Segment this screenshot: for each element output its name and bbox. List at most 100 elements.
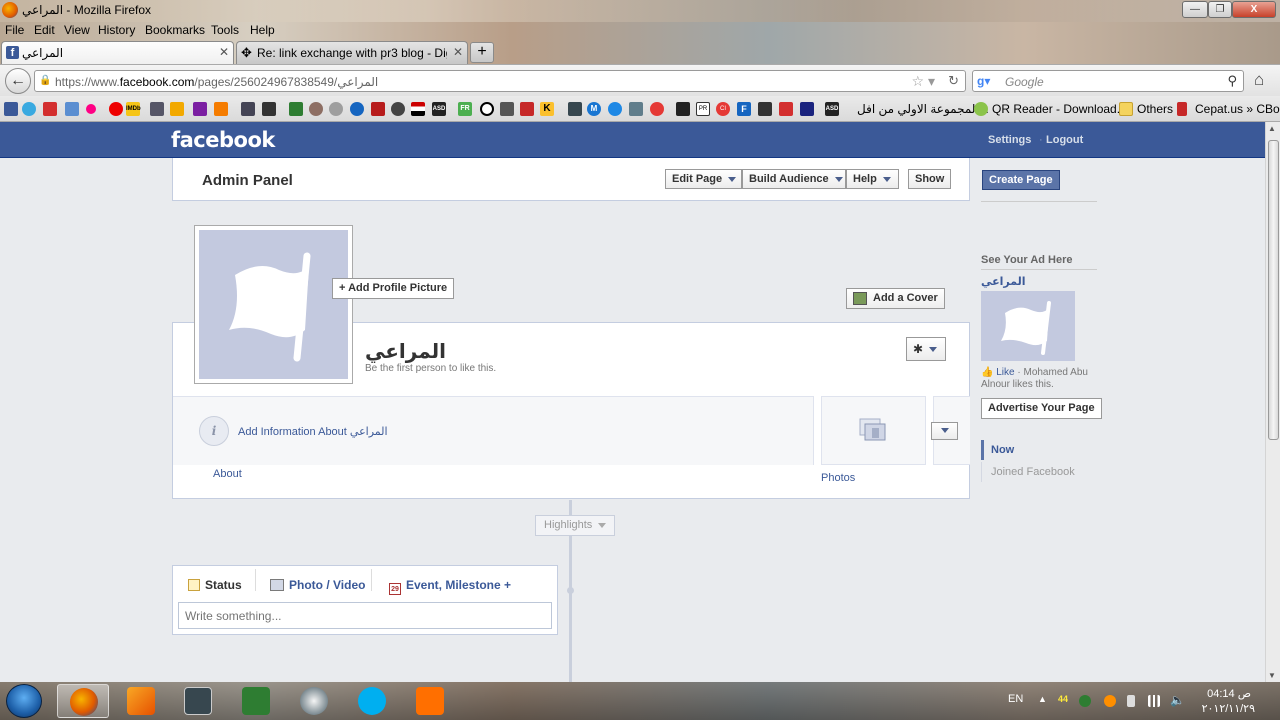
create-page-button[interactable]: Create Page: [982, 170, 1060, 190]
bookmark-icon[interactable]: [329, 102, 343, 116]
menu-file[interactable]: File: [5, 23, 24, 37]
menu-bookmarks[interactable]: Bookmarks: [145, 23, 205, 37]
bookmark-icon[interactable]: CI: [716, 102, 730, 116]
menu-edit[interactable]: Edit: [34, 23, 55, 37]
taskbar-skype[interactable]: [346, 684, 398, 718]
search-icon[interactable]: ⚲: [1227, 73, 1237, 89]
bookmark-icon[interactable]: [350, 102, 364, 116]
bookmark-icon[interactable]: [800, 102, 814, 116]
like-link[interactable]: 👍 Like: [981, 367, 1015, 378]
bookmark-icon[interactable]: [170, 102, 184, 116]
add-information-link[interactable]: Add Information About المراعي: [238, 425, 388, 438]
bookmark-icon[interactable]: ASD: [825, 102, 839, 116]
bookmark-icon[interactable]: PR: [696, 102, 710, 116]
ad-page-name[interactable]: المراعي: [981, 275, 1026, 288]
composer-tab-photo-video[interactable]: Photo / Video: [270, 578, 365, 592]
maximize-button[interactable]: ❐: [1208, 1, 1232, 18]
tray-icon[interactable]: [1079, 695, 1091, 707]
battery-icon[interactable]: [1127, 695, 1135, 707]
start-button[interactable]: [6, 684, 42, 718]
yahoo-bookmark-icon[interactable]: [193, 102, 207, 116]
advertise-your-page-button[interactable]: Advertise Your Page: [981, 398, 1102, 419]
add-cover-button[interactable]: Add a Cover: [846, 288, 945, 309]
home-icon[interactable]: ⌂: [1254, 70, 1264, 90]
close-tab-icon[interactable]: ✕: [453, 45, 463, 59]
tab-facebook-page[interactable]: f المراعي ✕: [1, 41, 234, 64]
network-signal-icon[interactable]: [1148, 695, 1160, 707]
close-window-button[interactable]: X: [1232, 1, 1276, 18]
back-button[interactable]: ←: [5, 68, 31, 94]
bookmark-icon[interactable]: [650, 102, 664, 116]
ad-image[interactable]: [981, 291, 1075, 361]
taskbar-app[interactable]: [404, 684, 456, 718]
taskbar-app[interactable]: [115, 684, 167, 718]
bookmark-icon[interactable]: FR: [458, 102, 472, 116]
bookmark-link[interactable]: المجموعة الاولي من افل...: [857, 102, 989, 116]
build-audience-button[interactable]: Build Audience: [742, 169, 846, 189]
about-link[interactable]: About: [213, 468, 242, 480]
taskbar-media-player[interactable]: [172, 684, 224, 718]
composer-tab-status[interactable]: Status: [188, 578, 242, 592]
bookmark-icon[interactable]: [568, 102, 582, 116]
taskbar-firefox[interactable]: [57, 684, 109, 718]
bookmark-star-icon[interactable]: ☆ ▾: [912, 73, 935, 90]
menu-tools[interactable]: Tools: [211, 23, 239, 37]
bookmark-icon[interactable]: [779, 102, 793, 116]
menu-help[interactable]: Help: [250, 23, 275, 37]
url-text[interactable]: https://www.facebook.com/pages/المراعي/2…: [55, 75, 378, 89]
bookmark-icon[interactable]: [520, 102, 534, 116]
highlights-dropdown[interactable]: Highlights: [535, 515, 616, 536]
volume-icon[interactable]: 🔈: [1170, 693, 1185, 707]
bookmark-icon[interactable]: M: [587, 102, 601, 116]
more-sections-button[interactable]: [931, 422, 958, 440]
bookmark-icon[interactable]: [65, 102, 79, 116]
bookmark-icon[interactable]: [150, 102, 164, 116]
bookmark-icon[interactable]: [500, 102, 514, 116]
bookmark-icon[interactable]: [289, 102, 303, 116]
facebook-logo[interactable]: facebook: [171, 128, 275, 152]
page-settings-gear-button[interactable]: ✱: [906, 337, 946, 361]
menu-view[interactable]: View: [64, 23, 90, 37]
language-indicator[interactable]: EN: [1008, 693, 1023, 705]
menu-history[interactable]: History: [98, 23, 135, 37]
url-bar[interactable]: 🔒 https://www.facebook.com/pages/المراعي…: [34, 70, 966, 92]
bookmark-icon[interactable]: [309, 102, 323, 116]
bookmark-icon[interactable]: ASD: [432, 102, 446, 116]
bookmark-icon[interactable]: [371, 102, 385, 116]
bookmark-icon[interactable]: [608, 102, 622, 116]
flickr-bookmark-icon[interactable]: [86, 104, 96, 114]
logout-link[interactable]: Logout: [1046, 134, 1083, 146]
google-search-engine-icon[interactable]: g▾: [977, 74, 991, 88]
bookmark-folder-others[interactable]: Others: [1137, 102, 1173, 116]
bookmark-icon[interactable]: F: [737, 102, 751, 116]
close-tab-icon[interactable]: ✕: [219, 45, 229, 59]
facebook-bookmark-icon[interactable]: [4, 102, 18, 116]
imdb-bookmark-icon[interactable]: IMDb: [126, 102, 141, 116]
football-bookmark-icon[interactable]: [480, 102, 494, 116]
timeline-nav-now[interactable]: Now: [991, 444, 1014, 456]
tab-link-exchange[interactable]: ✥ Re: link exchange with pr3 blog - Digi…: [236, 41, 468, 64]
vodafone-bookmark-icon[interactable]: [109, 102, 123, 116]
egypt-flag-bookmark-icon[interactable]: [411, 102, 425, 116]
bookmark-icon[interactable]: [676, 102, 690, 116]
tray-icon[interactable]: [1104, 695, 1116, 707]
bookmark-icon[interactable]: [391, 102, 405, 116]
search-bar[interactable]: g▾ Google ⚲: [972, 70, 1244, 92]
page-scrollbar[interactable]: ▲ ▼: [1265, 122, 1280, 682]
bookmark-icon[interactable]: [262, 102, 276, 116]
scroll-up-icon[interactable]: ▲: [1268, 124, 1276, 133]
photos-link[interactable]: Photos: [821, 472, 855, 484]
help-button[interactable]: Help: [846, 169, 899, 189]
composer-tab-event[interactable]: 29 Event, Milestone +: [389, 578, 511, 595]
add-profile-picture-button[interactable]: + Add Profile Picture: [332, 278, 455, 299]
twitter-bookmark-icon[interactable]: [22, 102, 36, 116]
bookmark-link[interactable]: QR Reader - Download...: [992, 102, 1127, 116]
taskbar-app[interactable]: [230, 684, 282, 718]
clock-date[interactable]: ٢٠١٢/١١/٢٩: [1195, 702, 1255, 715]
reload-icon[interactable]: ↻: [948, 73, 959, 89]
taskbar-app[interactable]: [288, 684, 340, 718]
bookmark-icon[interactable]: [758, 102, 772, 116]
mail-bookmark-icon[interactable]: [214, 102, 228, 116]
edit-page-button[interactable]: Edit Page: [665, 169, 742, 189]
bookmark-icon[interactable]: [241, 102, 255, 116]
